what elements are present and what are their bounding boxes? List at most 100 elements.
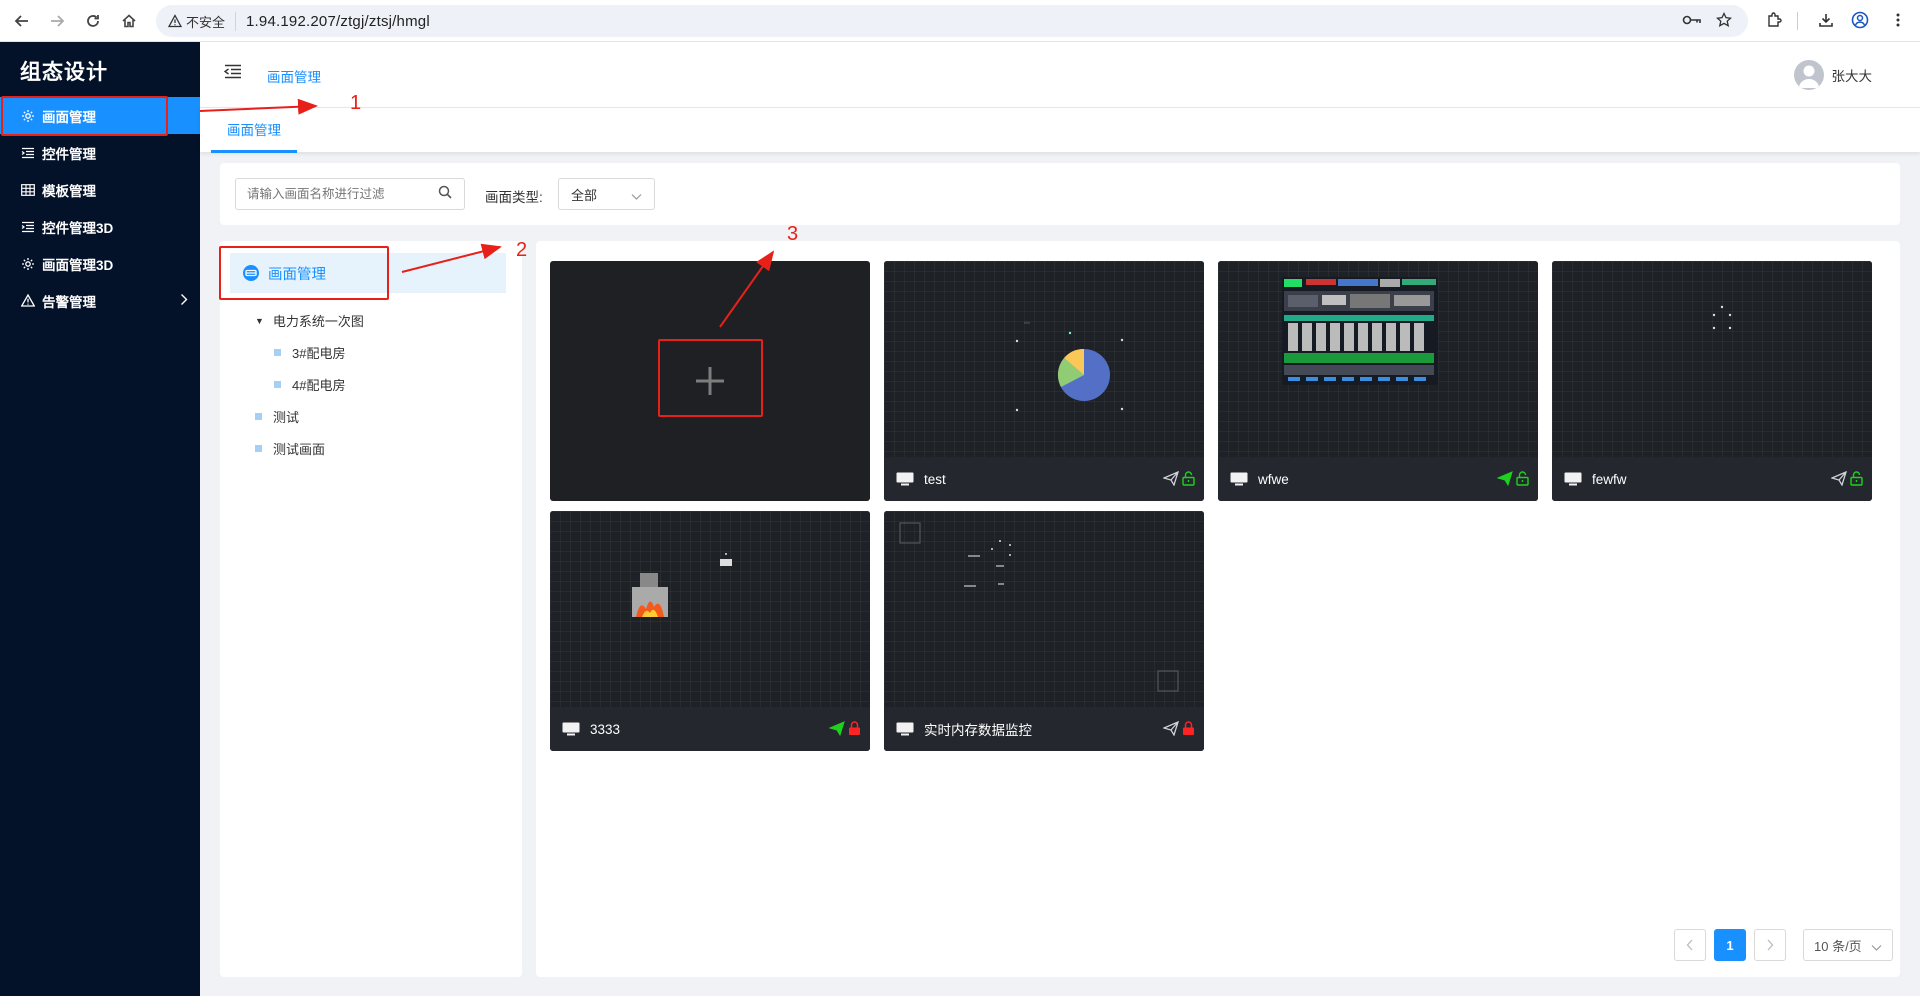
address-bar[interactable]: 不安全 1.94.192.207/ztgj/ztsj/hmgl	[156, 5, 1748, 37]
page-button-1[interactable]: 1	[1714, 929, 1746, 961]
tree-node-test-screen[interactable]: 测试画面	[255, 439, 325, 458]
key-icon[interactable]	[1680, 8, 1704, 32]
profile-icon[interactable]	[1848, 8, 1872, 32]
screen-card-name: test	[924, 471, 946, 487]
annotation-box-3	[658, 339, 763, 417]
chevron-right-icon	[180, 293, 188, 309]
screen-preview[interactable]	[550, 511, 870, 707]
screen-card[interactable]: 实时内存数据监控	[884, 511, 1204, 751]
forward-icon[interactable]	[45, 9, 69, 33]
leaf-square-icon	[274, 349, 281, 356]
screen-card[interactable]: title test	[884, 261, 1204, 501]
sidebar-item-widget-management-3d[interactable]: 控件管理3D	[0, 208, 200, 245]
url-text[interactable]: 1.94.192.207/ztgj/ztsj/hmgl	[246, 13, 430, 30]
sidebar-item-label: 告警管理	[42, 294, 96, 310]
lock-icon[interactable]	[848, 721, 861, 736]
toolbar-divider	[1797, 12, 1798, 30]
furnace-preview	[632, 553, 732, 617]
screen-card[interactable]: wfwe	[1218, 261, 1538, 501]
user-menu[interactable]: 张大大	[1793, 60, 1873, 90]
sidebar-item-widget-management[interactable]: 控件管理	[0, 134, 200, 171]
more-icon[interactable]	[1886, 8, 1910, 32]
monitor-icon	[1230, 472, 1248, 486]
sidebar-item-screen-management-3d[interactable]: 画面管理3D	[0, 245, 200, 282]
unlock-icon[interactable]	[1850, 471, 1863, 486]
tree-node-label: 3#配电房	[292, 346, 346, 361]
chevron-right-icon	[1767, 939, 1774, 951]
extensions-icon[interactable]	[1762, 8, 1786, 32]
annotation-box-1	[1, 96, 168, 136]
tree-node-room-4[interactable]: 4#配电房	[274, 375, 345, 394]
tab-screen-management[interactable]: 画面管理	[211, 108, 297, 153]
tree-node-room-3[interactable]: 3#配电房	[274, 343, 345, 362]
screen-card-footer: 3333	[550, 707, 870, 751]
screen-preview[interactable]	[1552, 261, 1872, 457]
sidebar-item-alarm-management[interactable]: 告警管理	[0, 282, 200, 319]
publish-icon[interactable]	[1497, 471, 1513, 486]
chevron-down-icon	[631, 189, 642, 204]
screen-preview[interactable]	[884, 511, 1204, 707]
sidebar-item-label: 控件管理	[42, 146, 96, 162]
tree-node-label: 测试	[273, 410, 300, 425]
screen-card[interactable]: 3333	[550, 511, 870, 751]
tree-node-test[interactable]: 测试	[255, 407, 299, 426]
screen-card-footer: test	[884, 457, 1204, 501]
screen-card-name: fewfw	[1592, 471, 1627, 487]
search-icon[interactable]	[438, 185, 452, 202]
download-icon[interactable]	[1814, 8, 1838, 32]
screen-type-value: 全部	[571, 187, 598, 203]
publish-icon[interactable]	[1163, 471, 1179, 486]
reload-icon[interactable]	[81, 9, 105, 33]
avatar	[1793, 60, 1824, 90]
publish-icon[interactable]	[1831, 471, 1847, 486]
svg-text:title: title	[1024, 320, 1031, 325]
unlock-icon[interactable]	[1182, 471, 1195, 486]
tree-panel: 画面管理 ▼ 电力系统一次图 3#配电房 4#配电房 测试 测试画面	[220, 241, 522, 977]
user-name: 张大大	[1831, 69, 1873, 84]
screen-card[interactable]: fewfw	[1552, 261, 1872, 501]
screen-card-footer: 实时内存数据监控	[884, 707, 1204, 751]
screen-card-name: 3333	[590, 721, 621, 737]
sidebar-item-label: 模板管理	[42, 183, 96, 199]
home-icon[interactable]	[117, 9, 141, 33]
sidebar-item-label: 画面管理3D	[42, 257, 114, 273]
monitor-icon	[896, 722, 914, 736]
tree-node-label: 测试画面	[273, 442, 326, 457]
screen-preview[interactable]: title	[884, 261, 1204, 457]
screen-preview[interactable]	[1218, 261, 1538, 457]
screen-card-footer: fewfw	[1552, 457, 1872, 501]
monitor-icon	[1564, 472, 1582, 486]
publish-icon[interactable]	[829, 721, 845, 736]
star-icon[interactable]	[1712, 8, 1736, 32]
tree-node-label: 电力系统一次图	[272, 314, 364, 329]
publish-icon[interactable]	[1163, 721, 1179, 736]
security-label[interactable]: 不安全	[186, 11, 237, 31]
list-icon	[20, 219, 36, 235]
caret-down-icon[interactable]: ▼	[255, 316, 264, 326]
search-input[interactable]	[235, 178, 465, 210]
warning-icon	[20, 293, 36, 309]
screen-card-name: wfwe	[1258, 471, 1289, 487]
screen-type-select[interactable]: 全部	[558, 178, 655, 210]
lock-icon[interactable]	[1182, 721, 1195, 736]
back-icon[interactable]	[10, 9, 34, 33]
next-page-button[interactable]	[1754, 929, 1786, 961]
page-size-select[interactable]: 10 条/页	[1803, 929, 1893, 961]
tree-node-power-system[interactable]: ▼ 电力系统一次图	[255, 311, 364, 330]
annotation-number-1: 1	[350, 92, 362, 114]
leaf-square-icon	[255, 445, 262, 452]
unlock-icon[interactable]	[1516, 471, 1529, 486]
sidebar-item-template-management[interactable]: 模板管理	[0, 171, 200, 208]
filter-panel: 画面类型: 全部	[220, 163, 1900, 225]
annotation-number-3: 3	[787, 223, 799, 245]
pie-chart-preview: title	[1015, 320, 1124, 412]
screen-card-footer: wfwe	[1218, 457, 1538, 501]
annotation-box-2	[219, 246, 389, 300]
menu-fold-icon[interactable]	[223, 64, 242, 82]
leaf-square-icon	[255, 413, 262, 420]
prev-page-button[interactable]	[1674, 929, 1706, 961]
tree-node-label: 4#配电房	[292, 378, 346, 393]
breadcrumb[interactable]: 画面管理	[267, 66, 321, 86]
gear-icon	[20, 256, 36, 272]
diagram-preview	[1282, 277, 1438, 385]
